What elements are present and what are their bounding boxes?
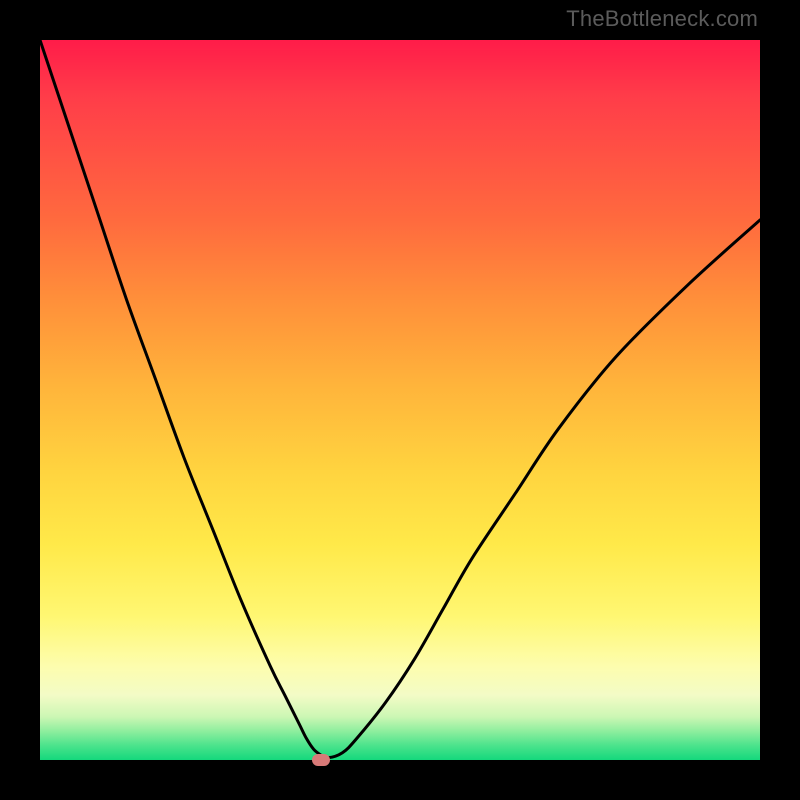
plot-area xyxy=(40,40,760,760)
chart-frame: TheBottleneck.com xyxy=(0,0,800,800)
curve-svg xyxy=(40,40,760,760)
bottleneck-curve-path xyxy=(40,40,760,758)
watermark-text: TheBottleneck.com xyxy=(566,6,758,32)
min-marker xyxy=(312,754,330,766)
